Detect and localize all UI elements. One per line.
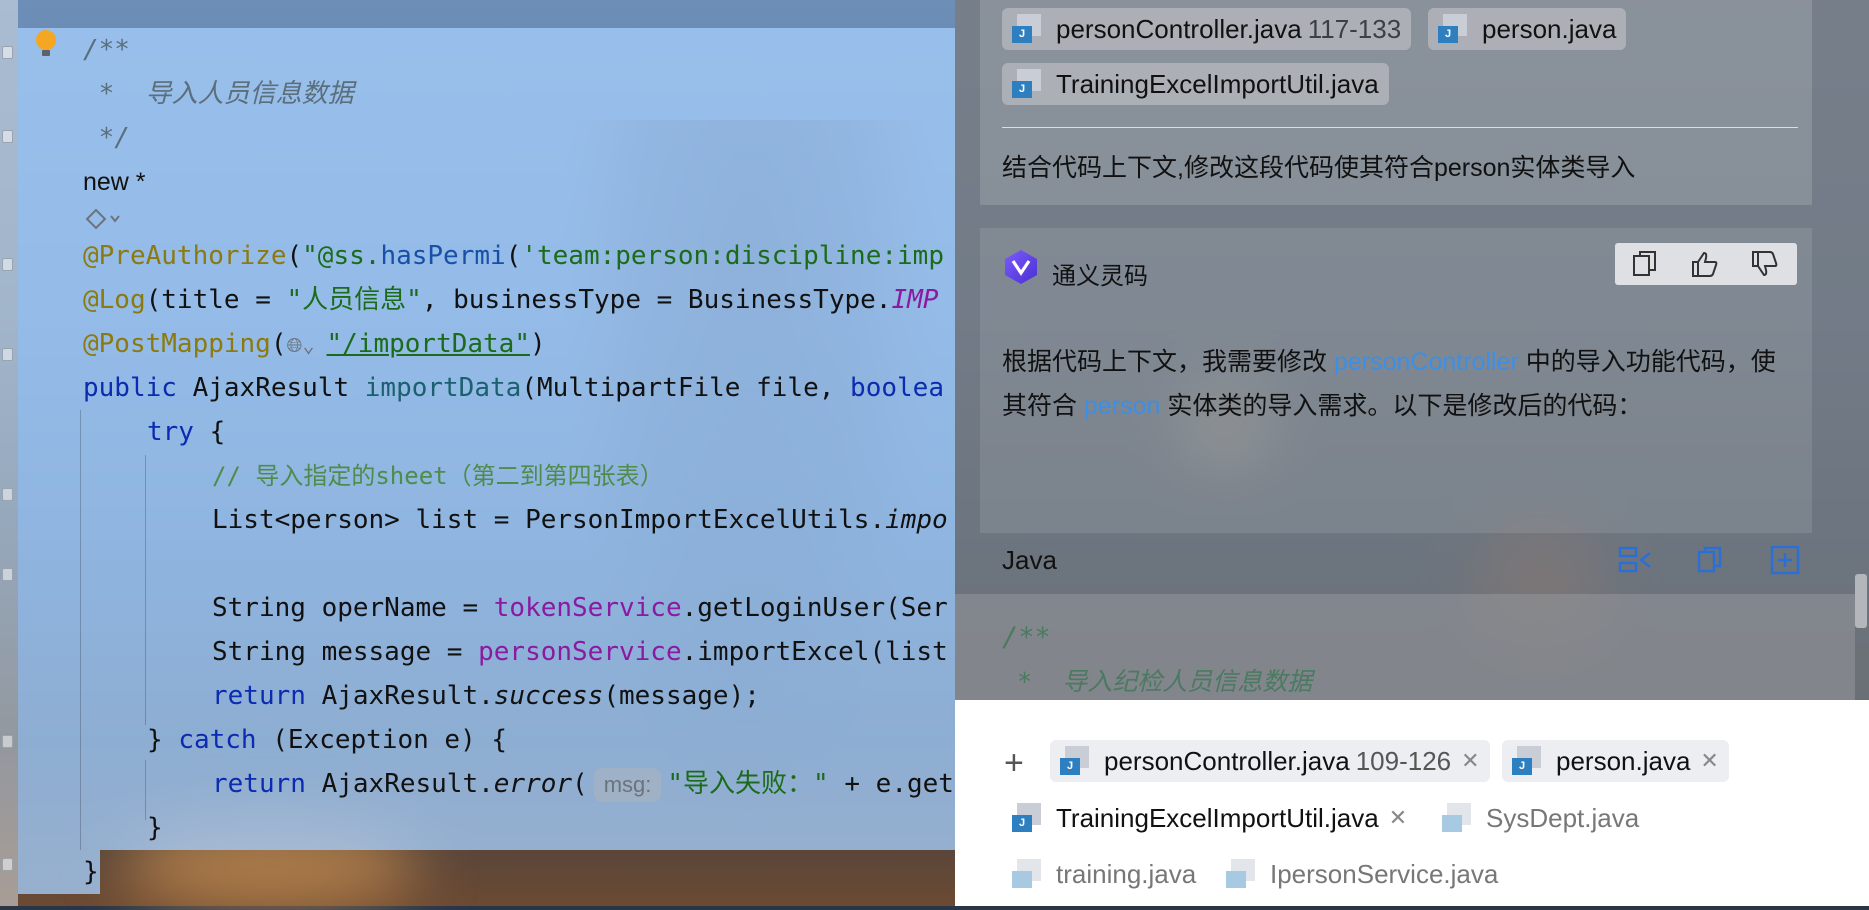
fold-marker-icon[interactable] — [2, 568, 13, 581]
fold-marker-icon[interactable] — [2, 46, 13, 59]
copy-icon — [1697, 546, 1722, 573]
code-line[interactable]: } — [83, 852, 99, 892]
ai-action-icon[interactable] — [83, 206, 123, 232]
parameter-hint: msg: — [593, 767, 662, 802]
bot-name: 通义灵码 — [1052, 263, 1148, 290]
java-file-icon: J — [1012, 69, 1042, 99]
code-line[interactable]: /** — [83, 30, 130, 70]
thumbs-up-icon — [1692, 251, 1718, 277]
code-line[interactable]: return AjaxResult.error(msg: "导入失败：" + e.… — [212, 764, 954, 804]
code-language-label: Java — [1002, 545, 1057, 575]
code-line[interactable]: public AjaxResult importData(MultipartFi… — [83, 368, 944, 408]
thumbs-down-button[interactable] — [1735, 243, 1795, 285]
insert-code-button[interactable] — [1765, 540, 1805, 580]
context-file-chip[interactable]: J person.java — [1428, 8, 1627, 50]
input-context-chip[interactable]: J personController.java 109-126 ✕ — [1050, 740, 1490, 782]
copy-icon — [1633, 251, 1656, 276]
plus-square-icon — [1770, 545, 1800, 575]
java-file-icon — [1442, 803, 1472, 833]
context-file-chip[interactable]: J personController.java 117-133 — [1002, 8, 1412, 50]
diff-icon — [1618, 546, 1651, 573]
divider — [1002, 127, 1798, 128]
code-line[interactable]: String message = personService.importExc… — [212, 632, 948, 672]
fold-marker-icon[interactable] — [2, 488, 13, 501]
code-block-toolbar — [1615, 540, 1805, 580]
fold-marker-icon[interactable] — [2, 858, 13, 871]
copy-answer-button[interactable] — [1615, 243, 1675, 285]
code-line[interactable]: List<person> list = PersonImportExcelUti… — [212, 500, 948, 540]
code-line[interactable]: @PostMapping(🌐︎⌄ "/importData") — [83, 324, 546, 364]
fold-marker-icon[interactable] — [2, 130, 13, 143]
thumbs-up-button[interactable] — [1675, 243, 1735, 285]
add-context-button[interactable]: + — [1004, 746, 1024, 780]
fold-marker-icon[interactable] — [2, 735, 13, 748]
java-file-icon: J — [1512, 746, 1542, 776]
remove-chip-icon[interactable]: ✕ — [1389, 805, 1407, 831]
java-file-icon: J — [1060, 746, 1090, 776]
java-file-icon: J — [1012, 14, 1042, 44]
code-line[interactable]: String operName = tokenService.getLoginU… — [212, 588, 948, 628]
code-line[interactable]: */ — [83, 118, 130, 158]
code-line[interactable]: * 导入人员信息数据 — [83, 74, 354, 114]
code-line[interactable]: } catch (Exception e) { — [147, 720, 507, 760]
code-line[interactable]: return AjaxResult.success(message); — [212, 676, 760, 716]
input-context-chip[interactable]: J TrainingExcelImportUtil.java ✕ — [1002, 797, 1417, 839]
input-context-chip[interactable]: J person.java ✕ — [1502, 740, 1729, 782]
code-reference-link[interactable]: person — [1084, 392, 1160, 420]
java-file-icon: J — [1012, 803, 1042, 833]
context-file-chip[interactable]: J TrainingExcelImportUtil.java — [1002, 63, 1389, 105]
code-snippet-line: * 导入纪检人员信息数据 — [1002, 667, 1313, 696]
answer-actions — [1615, 243, 1797, 285]
fold-marker-icon[interactable] — [2, 348, 13, 361]
code-vision-new-marker[interactable]: new * — [83, 168, 146, 197]
code-line[interactable]: } — [147, 808, 163, 848]
remove-chip-icon[interactable]: ✕ — [1700, 748, 1718, 774]
code-line[interactable]: // 导入指定的sheet（第二到第四张表） — [212, 456, 664, 496]
suggested-context-chip[interactable]: IpersonService.java — [1216, 853, 1508, 895]
code-snippet-line: /** — [1002, 622, 1051, 653]
indent-guide — [145, 760, 146, 820]
user-question-text: 结合代码上下文,修改这段代码使其符合person实体类导入 — [1002, 154, 1636, 182]
code-editor[interactable]: /** * 导入人员信息数据 */ new * @PreAuthorize("@… — [0, 0, 955, 906]
lightbulb-icon[interactable] — [36, 30, 56, 56]
code-line[interactable]: @PreAuthorize("@ss.hasPermi('team:person… — [83, 236, 944, 276]
copy-code-button[interactable] — [1690, 540, 1730, 580]
panel-scrollbar[interactable] — [1855, 574, 1867, 628]
indent-guide — [80, 410, 81, 850]
fold-marker-icon[interactable] — [2, 258, 13, 271]
suggested-context-chip[interactable]: training.java — [1002, 853, 1206, 895]
insert-diff-button[interactable] — [1615, 540, 1655, 580]
tongyi-logo-icon — [1002, 248, 1040, 286]
code-line[interactable]: try { — [147, 412, 225, 452]
java-file-icon: J — [1438, 14, 1468, 44]
ai-answer-text: 根据代码上下文，我需要修改 personController 中的导入功能代码，… — [1002, 348, 1776, 420]
editor-gutter[interactable] — [0, 0, 18, 906]
java-file-icon — [1226, 859, 1256, 889]
code-line[interactable]: @Log(title = "人员信息", businessType = Busi… — [83, 280, 938, 320]
code-reference-link[interactable]: personController — [1334, 348, 1519, 376]
thumbs-down-icon — [1752, 251, 1778, 277]
remove-chip-icon[interactable]: ✕ — [1461, 748, 1479, 774]
java-file-icon — [1012, 859, 1042, 889]
indent-guide — [145, 455, 146, 725]
suggested-context-chip[interactable]: SysDept.java — [1432, 797, 1649, 839]
globe-icon[interactable]: 🌐︎⌄ — [287, 325, 327, 365]
